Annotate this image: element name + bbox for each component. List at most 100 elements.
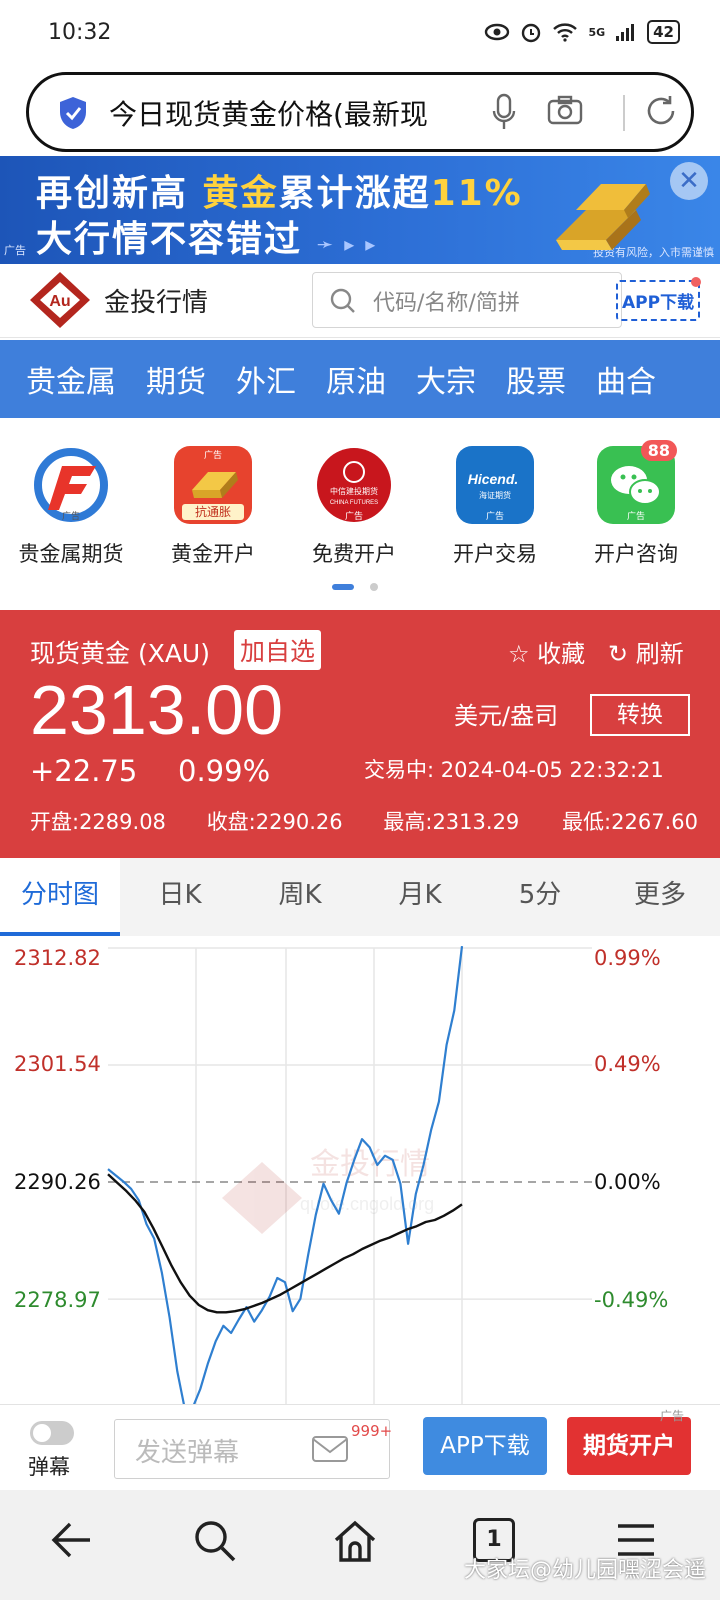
- tab-weekly-k[interactable]: 周K: [240, 858, 360, 936]
- app-label: 贵金属期货: [18, 542, 124, 566]
- message-icon[interactable]: [311, 1434, 349, 1464]
- status-icons: 5G 42: [484, 20, 680, 44]
- y-right-label: -0.49%: [594, 1288, 669, 1312]
- browser-nav-bar: 1 大家坛@幼儿园嘿涩会遥: [0, 1490, 720, 1600]
- svg-text:Au: Au: [49, 293, 70, 310]
- app-free-account[interactable]: 中信建投期货 CHINA FUTURES 广告 免费开户: [289, 446, 419, 568]
- price-change: +22.75: [30, 754, 138, 788]
- search-query[interactable]: 今日现货黄金价格(最新现: [109, 93, 471, 133]
- danmu-toggle[interactable]: [30, 1421, 74, 1445]
- futures-account-button[interactable]: 期货开户: [567, 1417, 691, 1475]
- refresh-icon: ↻: [608, 640, 629, 668]
- y-right-label: 0.00%: [594, 1170, 661, 1194]
- svg-text:抗通胀: 抗通胀: [195, 504, 231, 519]
- trading-status: 交易中: 2024-04-05 22:32:21: [364, 758, 664, 782]
- nav-item[interactable]: 原油: [326, 357, 386, 401]
- banner-headline: 再创新高 黄金累计涨超11%: [36, 173, 523, 214]
- site-logo[interactable]: Au: [28, 270, 92, 330]
- app-icon: 抗通胀 广告: [174, 446, 252, 524]
- convert-button[interactable]: 转换: [590, 694, 690, 736]
- danmu-input[interactable]: 发送弹幕 999+: [114, 1419, 393, 1479]
- tab-monthly-k[interactable]: 月K: [360, 858, 480, 936]
- nav-item[interactable]: 贵金属: [26, 357, 116, 401]
- app-icon: 88 广告: [597, 440, 677, 524]
- add-watchlist-button[interactable]: 加自选: [234, 630, 322, 670]
- ad-banner[interactable]: 再创新高 黄金累计涨超11% 大行情不容错过 ➛ ▸ ▸ 广告 投资有风险，入市…: [0, 156, 720, 264]
- svg-text:CHINA FUTURES: CHINA FUTURES: [330, 500, 378, 506]
- svg-text:Hicend.: Hicend.: [468, 471, 519, 487]
- tab-intraday[interactable]: 分时图: [0, 858, 120, 936]
- price-change-pct: 0.99%: [178, 754, 271, 788]
- app-label: 黄金开户: [171, 542, 255, 566]
- nav-item[interactable]: 曲合: [596, 357, 656, 401]
- shield-icon: [60, 97, 86, 129]
- tab-daily-k[interactable]: 日K: [120, 858, 240, 936]
- app-icon: 广告: [32, 446, 110, 524]
- nav-item[interactable]: 大宗: [416, 357, 476, 401]
- gold-bars-image: [556, 184, 650, 250]
- site-header: Au 金投行情 代码/名称/简拼 APP下载: [0, 264, 720, 338]
- symbol-search-input[interactable]: 代码/名称/简拼: [312, 272, 622, 328]
- signal-icon: [616, 24, 635, 41]
- site-name[interactable]: 金投行情: [104, 282, 208, 319]
- app-label: 开户咨询: [594, 542, 678, 566]
- forum-watermark: 大家坛@幼儿园嘿涩会遥: [463, 1558, 706, 1583]
- ad-tag: 广告: [660, 1409, 685, 1423]
- watermark-title: 金投行情: [310, 1147, 430, 1182]
- svg-text:海证期货: 海证期货: [479, 490, 511, 500]
- battery-indicator: 42: [647, 20, 680, 44]
- current-price: 2313.00: [30, 671, 284, 749]
- close-price: 收盘:2290.26: [206, 810, 343, 834]
- divider: [623, 95, 625, 131]
- instrument-name: 现货黄金 (XAU): [30, 639, 210, 668]
- ad-tag: 广告: [4, 244, 26, 257]
- address-bar[interactable]: 今日现货黄金价格(最新现: [26, 72, 694, 152]
- camera-icon[interactable]: [547, 95, 583, 125]
- chart-tabs: 分时图 日K 周K 月K 5分 更多: [0, 858, 720, 936]
- danmu-label: 弹幕: [28, 1455, 70, 1479]
- app-download-link[interactable]: APP下载: [616, 277, 702, 321]
- app-label: 开户交易: [453, 542, 537, 566]
- open-price: 开盘:2289.08: [30, 810, 166, 834]
- app-consult[interactable]: 88 广告 开户咨询: [571, 440, 701, 568]
- banner-subline: 大行情不容错过 ➛ ▸ ▸: [36, 219, 378, 260]
- app-label: 免费开户: [312, 542, 396, 566]
- y-right-label: 0.99%: [594, 946, 661, 970]
- status-bar: 10:32 5G 42: [0, 0, 720, 70]
- app-gold-account[interactable]: 抗通胀 广告 黄金开户: [148, 446, 278, 568]
- network-type: 5G: [588, 25, 606, 39]
- y-left-label: 2301.54: [14, 1052, 101, 1076]
- intraday-chart[interactable]: 金投行情 quote.cngold.org 2312.82 2301.54 22…: [0, 936, 720, 1406]
- nav-item[interactable]: 期货: [146, 357, 206, 401]
- eye-icon: [485, 23, 510, 41]
- unread-badge: 88: [640, 440, 677, 461]
- tab-5min[interactable]: 5分: [480, 858, 600, 936]
- y-left-label: 2312.82: [14, 946, 101, 970]
- status-time: 10:32: [48, 20, 112, 45]
- nav-item[interactable]: 股票: [506, 357, 566, 401]
- low-price: 最低:2267.60: [562, 810, 698, 834]
- search-icon: [330, 288, 355, 313]
- app-open-trade[interactable]: Hicend. 海证期货 广告 开户交易: [430, 446, 560, 568]
- y-left-label: 2278.97: [14, 1288, 101, 1312]
- search-icon[interactable]: [192, 1518, 238, 1564]
- app-download-button[interactable]: APP下载: [423, 1417, 547, 1475]
- high-price: 最高:2313.29: [383, 810, 520, 834]
- app-precious-metals-futures[interactable]: 广告 贵金属期货: [6, 446, 136, 568]
- tab-more[interactable]: 更多: [600, 858, 720, 936]
- ohlc-row: 开盘:2289.08 收盘:2290.26 最高:2313.29 最低:2267…: [30, 806, 698, 836]
- close-ad-button[interactable]: ✕: [670, 162, 708, 200]
- y-left-label: 2290.26: [14, 1170, 101, 1194]
- nav-item[interactable]: 外汇: [236, 357, 296, 401]
- refresh-button[interactable]: ↻ 刷新: [608, 634, 684, 669]
- back-icon[interactable]: [50, 1518, 94, 1562]
- reload-icon[interactable]: [643, 93, 679, 129]
- home-icon[interactable]: [332, 1518, 378, 1564]
- favorite-button[interactable]: ☆ 收藏: [508, 634, 585, 669]
- pager-dots: [332, 583, 378, 591]
- message-count: 999+: [351, 1422, 393, 1440]
- bottom-action-bar: 弹幕 发送弹幕 999+ APP下载 期货开户 广告: [0, 1404, 720, 1490]
- mic-icon[interactable]: [491, 93, 517, 133]
- search-placeholder: 代码/名称/简拼: [373, 291, 520, 316]
- star-icon: ☆: [508, 640, 530, 668]
